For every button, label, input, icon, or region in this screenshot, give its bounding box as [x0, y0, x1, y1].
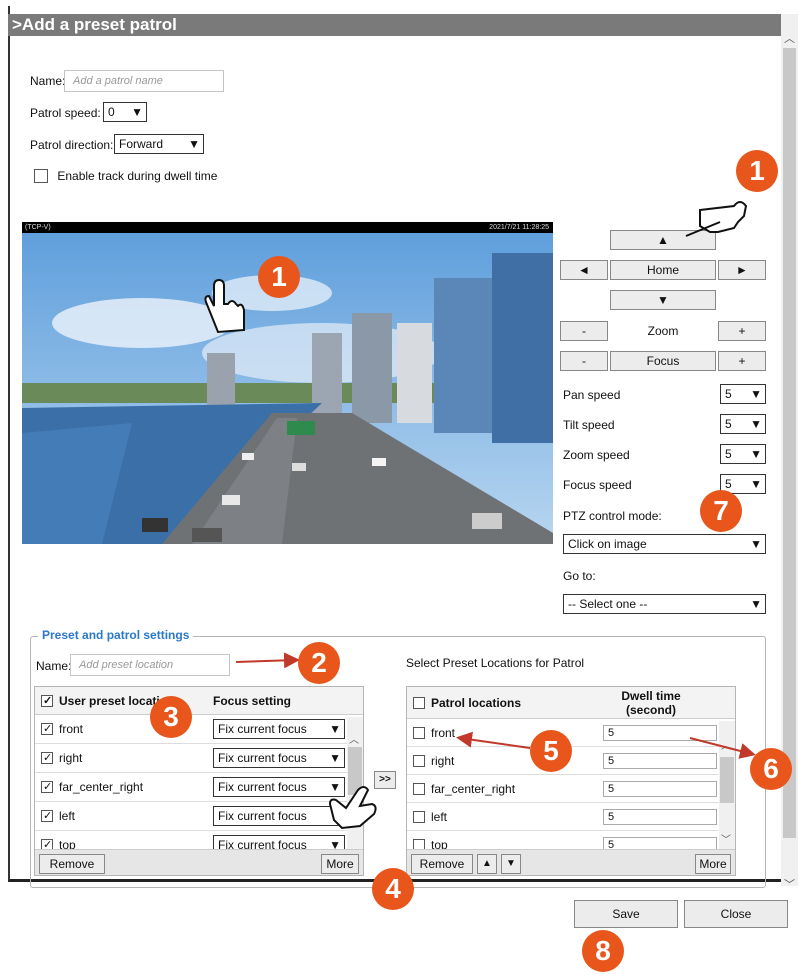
pointing-hand-icon [685, 201, 748, 237]
pointing-hand-icon [328, 786, 377, 830]
step-badge-1: 1 [258, 256, 300, 298]
pointing-hand-icon [204, 278, 245, 334]
step-badge-2: 2 [298, 642, 340, 684]
step-badge-3: 3 [150, 696, 192, 738]
annotation-overlay [204, 201, 756, 830]
arrow-to-badge-2 [235, 652, 300, 669]
step-badge-4: 4 [372, 868, 414, 910]
step-badge-7: 7 [700, 490, 742, 532]
arrow-to-front-row [456, 731, 531, 749]
step-badge-1: 1 [736, 150, 778, 192]
arrow-to-badge-6 [689, 737, 756, 759]
step-badge-5: 5 [530, 730, 572, 772]
step-badge-6: 6 [750, 748, 792, 790]
step-badge-8: 8 [582, 930, 624, 972]
